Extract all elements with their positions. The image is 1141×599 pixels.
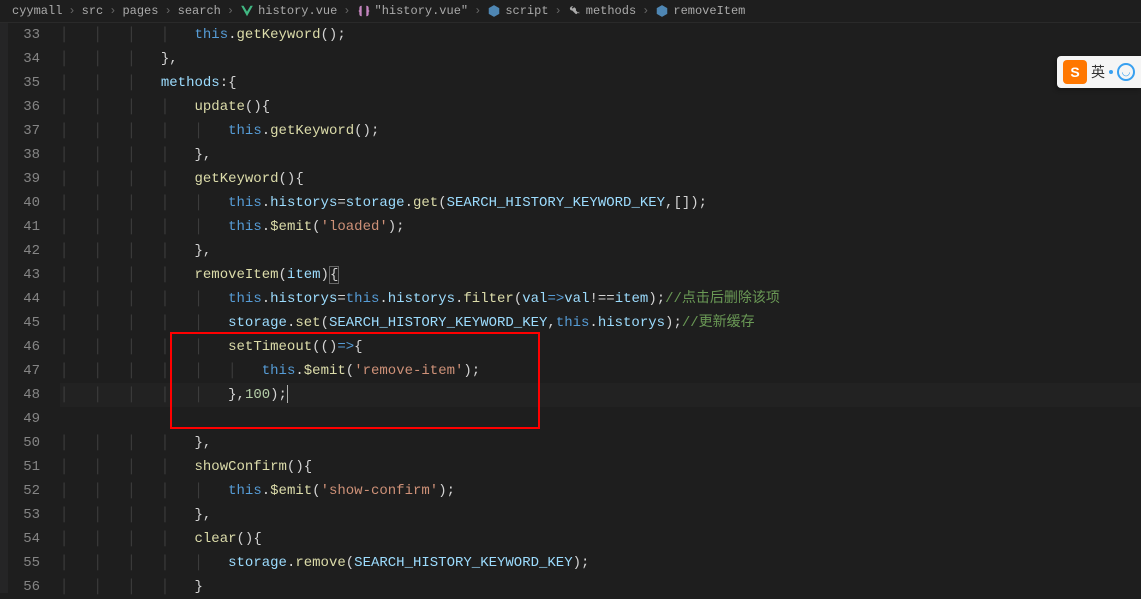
vue-icon [240, 4, 254, 18]
line-number[interactable]: 40 [8, 191, 60, 215]
line-number[interactable]: 50 [8, 431, 60, 455]
ime-language-label: 英 [1091, 62, 1105, 82]
breadcrumb-label: search [178, 4, 221, 18]
braces-icon [357, 4, 371, 18]
breadcrumb-separator-icon: › [343, 4, 350, 18]
breadcrumb-separator-icon: › [555, 4, 562, 18]
code-line[interactable]: │ │ │ }, [60, 47, 1141, 71]
code-line[interactable]: │ │ │ │ removeItem(item){ [60, 263, 1141, 287]
code-line[interactable]: │ │ │ │ }, [60, 143, 1141, 167]
code-line[interactable]: │ │ │ │ │ this.$emit('show-confirm'); [60, 479, 1141, 503]
code-line[interactable]: │ │ │ │ getKeyword(){ [60, 167, 1141, 191]
cube-icon [487, 4, 501, 18]
breadcrumb-label: cyymall [12, 4, 62, 18]
breadcrumb-item[interactable]: cyymall [12, 4, 62, 18]
breadcrumb-item[interactable]: pages [122, 4, 158, 18]
line-number[interactable]: 42 [8, 239, 60, 263]
code-line[interactable]: │ │ │ │ } [60, 575, 1141, 599]
breadcrumb-label: script [505, 4, 548, 18]
code-line[interactable]: │ │ │ │ │ storage.set(SEARCH_HISTORY_KEY… [60, 311, 1141, 335]
code-line[interactable]: │ │ │ │ │ this.historys=this.historys.fi… [60, 287, 1141, 311]
line-number[interactable]: 39 [8, 167, 60, 191]
line-number[interactable]: 38 [8, 143, 60, 167]
code-line[interactable]: │ │ │ │ showConfirm(){ [60, 455, 1141, 479]
line-number[interactable]: 44 [8, 287, 60, 311]
code-line[interactable]: │ │ │ │ │ this.historys=storage.get(SEAR… [60, 191, 1141, 215]
activity-bar-edge [0, 23, 8, 593]
breadcrumb-separator-icon: › [642, 4, 649, 18]
line-number[interactable]: 46 [8, 335, 60, 359]
cube-icon [655, 4, 669, 18]
code-line[interactable]: │ │ │ │ │ this.getKeyword(); [60, 119, 1141, 143]
breadcrumb-label: "history.vue" [375, 4, 469, 18]
breadcrumb-separator-icon: › [227, 4, 234, 18]
line-number[interactable]: 53 [8, 503, 60, 527]
line-number[interactable]: 47 [8, 359, 60, 383]
code-line[interactable]: │ │ │ │ update(){ [60, 95, 1141, 119]
breadcrumb-label: removeItem [673, 4, 745, 18]
ime-widget[interactable]: S 英 ◡ [1057, 56, 1141, 88]
code-line[interactable]: │ │ │ │ │ },100); [60, 383, 1141, 407]
breadcrumb-label: history.vue [258, 4, 337, 18]
line-number[interactable]: 51 [8, 455, 60, 479]
code-line[interactable]: │ │ │ │ │ │ this.$emit('remove-item'); [60, 359, 1141, 383]
code-line[interactable] [60, 407, 1141, 431]
line-number[interactable]: 52 [8, 479, 60, 503]
code-line[interactable]: │ │ │ │ │ storage.remove(SEARCH_HISTORY_… [60, 551, 1141, 575]
line-number-gutter[interactable]: 3334353637383940414243444546474849505152… [8, 23, 60, 593]
code-line[interactable]: │ │ │ │ clear(){ [60, 527, 1141, 551]
breadcrumb-item[interactable]: "history.vue" [357, 4, 469, 18]
line-number[interactable]: 48 [8, 383, 60, 407]
code-line[interactable]: │ │ │ │ this.getKeyword(); [60, 23, 1141, 47]
breadcrumb-separator-icon: › [164, 4, 171, 18]
ime-dot-icon [1109, 70, 1113, 74]
line-number[interactable]: 34 [8, 47, 60, 71]
line-number[interactable]: 33 [8, 23, 60, 47]
breadcrumb-item[interactable]: src [82, 4, 104, 18]
line-number[interactable]: 45 [8, 311, 60, 335]
line-number[interactable]: 54 [8, 527, 60, 551]
breadcrumb-label: methods [586, 4, 636, 18]
breadcrumb: cyymall › src › pages › search › history.vue › "hi… [0, 0, 1141, 23]
line-number[interactable]: 41 [8, 215, 60, 239]
breadcrumb-separator-icon: › [474, 4, 481, 18]
code-area[interactable]: │ │ │ │ this.getKeyword();│ │ │ },│ │ │ … [60, 23, 1141, 593]
code-line[interactable]: │ │ │ │ }, [60, 239, 1141, 263]
line-number[interactable]: 43 [8, 263, 60, 287]
breadcrumb-label: src [82, 4, 104, 18]
wrench-icon [568, 4, 582, 18]
line-number[interactable]: 55 [8, 551, 60, 575]
line-number[interactable]: 35 [8, 71, 60, 95]
line-number[interactable]: 56 [8, 575, 60, 599]
breadcrumb-item[interactable]: removeItem [655, 4, 745, 18]
breadcrumb-separator-icon: › [109, 4, 116, 18]
breadcrumb-item[interactable]: script [487, 4, 548, 18]
line-number[interactable]: 36 [8, 95, 60, 119]
breadcrumb-item[interactable]: search [178, 4, 221, 18]
code-line[interactable]: │ │ │ │ }, [60, 431, 1141, 455]
code-line[interactable]: │ │ │ │ │ setTimeout(()=>{ [60, 335, 1141, 359]
ime-emoji-icon: ◡ [1117, 63, 1135, 81]
breadcrumb-item[interactable]: methods [568, 4, 636, 18]
breadcrumb-item[interactable]: history.vue [240, 4, 337, 18]
line-number[interactable]: 37 [8, 119, 60, 143]
code-line[interactable]: │ │ │ methods:{ [60, 71, 1141, 95]
editor: 3334353637383940414243444546474849505152… [0, 23, 1141, 593]
ime-logo-icon: S [1063, 60, 1087, 84]
code-line[interactable]: │ │ │ │ }, [60, 503, 1141, 527]
code-line[interactable]: │ │ │ │ │ this.$emit('loaded'); [60, 215, 1141, 239]
breadcrumb-label: pages [122, 4, 158, 18]
line-number[interactable]: 49 [8, 407, 60, 431]
breadcrumb-separator-icon: › [68, 4, 75, 18]
